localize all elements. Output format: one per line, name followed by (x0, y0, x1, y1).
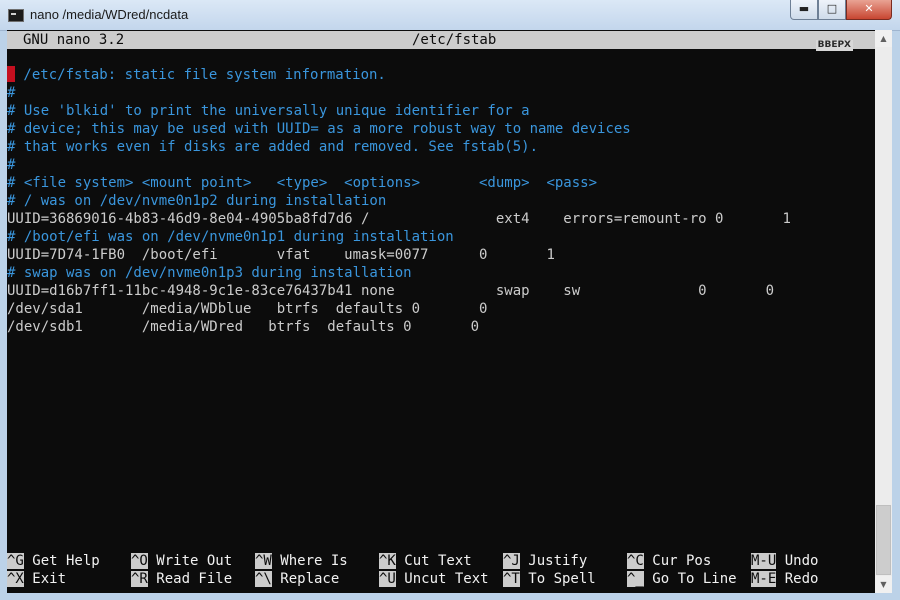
editor-line[interactable]: # Use 'blkid' to print the universally u… (7, 102, 530, 120)
scroll-down-arrow-icon[interactable]: ▼ (875, 576, 892, 593)
editor-line[interactable]: # <file system> <mount point> <type> <op… (7, 174, 597, 192)
window-controls: ▬ □ ✕ (790, 0, 892, 20)
editor-line[interactable]: /dev/sdb1 /media/WDred btrfs defaults 0 … (7, 318, 479, 336)
editor-line[interactable]: # / was on /dev/nvme0n1p2 during install… (7, 192, 386, 210)
nano-editor[interactable]: GNU nano 3.2 /etc/fstab ВВЕРХ /etc/fstab… (7, 30, 875, 593)
editor-line[interactable]: # (7, 84, 15, 102)
editor-line[interactable]: # device; this may be used with UUID= as… (7, 120, 631, 138)
editor-line[interactable]: /etc/fstab: static file system informati… (7, 66, 386, 84)
shortcut-cur-pos[interactable]: ^C Cur Pos (627, 552, 711, 570)
nano-version: GNU nano 3.2 (23, 32, 125, 48)
editor-line[interactable]: /dev/sda1 /media/WDblue btrfs defaults 0… (7, 300, 487, 318)
editor-line[interactable]: # swap was on /dev/nvme0n1p3 during inst… (7, 264, 412, 282)
shortcut-go-to-line[interactable]: ^_ Go To Line (627, 570, 737, 588)
title-bar[interactable]: nano /media/WDred/ncdata ▬ □ ✕ (0, 0, 900, 31)
nano-header-bar: GNU nano 3.2 /etc/fstab (7, 31, 875, 49)
close-button[interactable]: ✕ (846, 0, 892, 20)
shortcut-undo[interactable]: M-U Undo (751, 552, 818, 570)
shortcut-uncut-text[interactable]: ^U Uncut Text (379, 570, 489, 588)
editor-line[interactable]: # (7, 156, 15, 174)
window-title: nano /media/WDred/ncdata (30, 7, 189, 22)
minimize-button[interactable]: ▬ (790, 0, 818, 20)
shortcut-read-file[interactable]: ^R Read File (131, 570, 232, 588)
shortcut-redo[interactable]: M-E Redo (751, 570, 818, 588)
editor-line[interactable]: # /boot/efi was on /dev/nvme0n1p1 during… (7, 228, 454, 246)
terminal-window: nano /media/WDred/ncdata ▬ □ ✕ GNU nano … (0, 0, 900, 600)
shortcut-write-out[interactable]: ^O Write Out (131, 552, 232, 570)
text-cursor (7, 66, 15, 82)
vertical-scrollbar[interactable]: ▲ ▼ (875, 30, 892, 593)
file-name: /etc/fstab (412, 32, 497, 48)
shortcut-to-spell[interactable]: ^T To Spell (503, 570, 596, 588)
editor-line[interactable]: # that works even if disks are added and… (7, 138, 538, 156)
shortcut-replace[interactable]: ^\ Replace (255, 570, 339, 588)
shortcut-exit[interactable]: ^X Exit (7, 570, 66, 588)
editor-line[interactable]: UUID=d16b7ff1-11bc-4948-9c1e-83ce76437b4… (7, 282, 774, 300)
shortcut-cut-text[interactable]: ^K Cut Text (379, 552, 472, 570)
maximize-button[interactable]: □ (818, 0, 846, 20)
scrollbar-thumb[interactable] (876, 505, 891, 575)
editor-line[interactable]: UUID=36869016-4b83-46d9-8e04-4905ba8fd7d… (7, 210, 791, 228)
terminal-icon (8, 9, 24, 22)
shortcut-where-is[interactable]: ^W Where Is (255, 552, 348, 570)
shortcut-get-help[interactable]: ^G Get Help (7, 552, 100, 570)
shortcut-justify[interactable]: ^J Justify (503, 552, 587, 570)
editor-line[interactable]: UUID=7D74-1FB0 /boot/efi vfat umask=0077… (7, 246, 555, 264)
scroll-up-arrow-icon[interactable]: ▲ (875, 30, 892, 47)
scroll-up-badge: ВВЕРХ (815, 40, 853, 51)
